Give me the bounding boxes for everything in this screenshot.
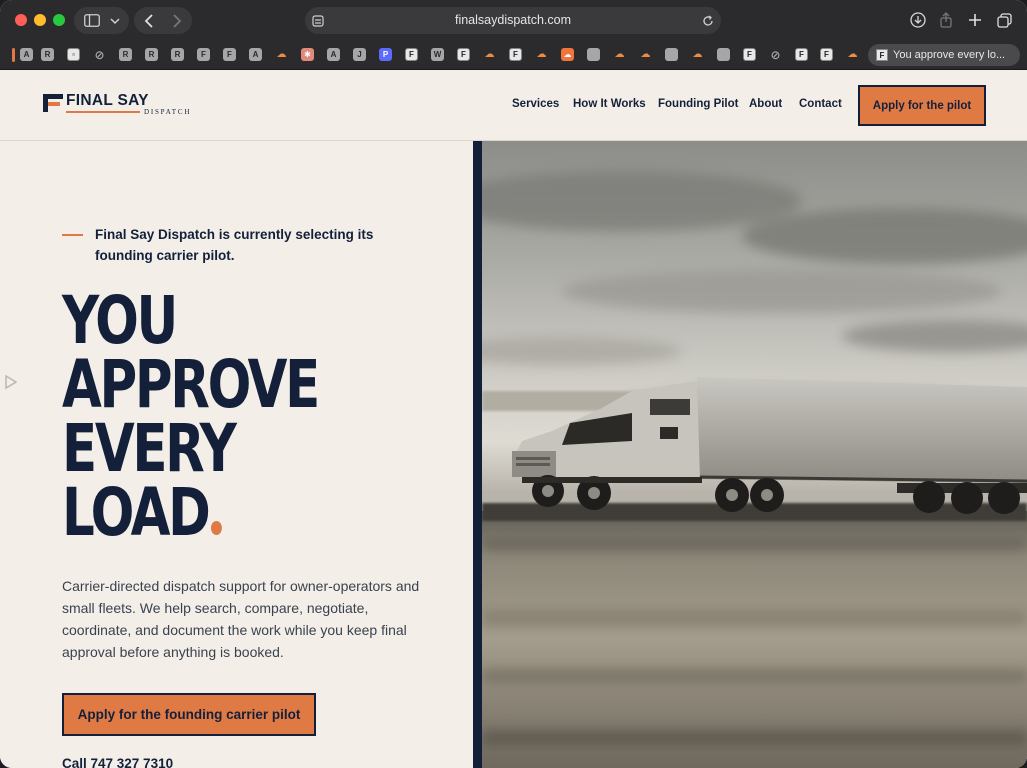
headline-line-1: YOU	[62, 282, 178, 359]
bookmark-cloud-icon[interactable]: ☁	[275, 48, 288, 61]
bookmark-site-icon[interactable]: F	[405, 48, 418, 61]
bookmark-r[interactable]: R	[119, 48, 132, 61]
bookmark-compass-icon[interactable]: ⊘	[93, 48, 106, 62]
forward-arrow-icon[interactable]	[172, 13, 182, 28]
bookmark-j[interactable]: J	[353, 48, 366, 61]
bookmark-window-icon[interactable]: ▫	[67, 48, 80, 61]
hero-description: Carrier-directed dispatch support for ow…	[62, 578, 420, 660]
bookmark-f[interactable]	[665, 48, 678, 61]
nav-how-it-works[interactable]: How It Works	[573, 98, 646, 110]
bookmark-cloud-icon[interactable]: ☁	[535, 48, 548, 61]
bookmark-cloud-icon[interactable]: ☁	[691, 48, 704, 61]
logo-underline	[66, 111, 140, 113]
tab-overview-button[interactable]	[993, 9, 1015, 31]
sidebar-icon	[83, 14, 100, 27]
logo-subtitle: DISPATCH	[144, 108, 192, 116]
bookmark-n[interactable]	[717, 48, 730, 61]
bookmark-a[interactable]: A	[20, 48, 33, 61]
nav-about[interactable]: About	[749, 98, 782, 110]
apply-founding-pilot-button[interactable]: Apply for the founding carrier pilot	[62, 693, 316, 736]
bookmark-cloud-icon[interactable]: ☁	[613, 48, 626, 61]
bookmark-a[interactable]: A	[249, 48, 262, 61]
hero-truck-image	[482, 141, 1027, 768]
bookmark-c[interactable]	[587, 48, 600, 61]
call-phone-link[interactable]: Call 747 327 7310	[62, 756, 173, 768]
nav-contact[interactable]: Contact	[799, 98, 842, 110]
hero-headline: YOU APPROVE EVERY LOAD	[62, 282, 320, 546]
back-arrow-icon[interactable]	[144, 13, 154, 28]
bookmark-site-icon[interactable]: F	[743, 48, 756, 61]
site-header: FINAL SAY DISPATCH Services How It Works…	[0, 70, 1027, 141]
plus-icon	[969, 14, 981, 26]
hero-divider	[473, 141, 482, 768]
eyebrow-accent-line	[62, 234, 83, 236]
bookmark-site-icon[interactable]: F	[509, 48, 522, 61]
bookmark-w[interactable]: W	[431, 48, 444, 61]
bookmark-site-icon[interactable]: F	[795, 48, 808, 61]
bookmark-p-icon[interactable]: P	[379, 48, 392, 61]
browser-titlebar: finalsaydispatch.com	[0, 0, 1027, 41]
tab-overview-icon	[996, 12, 1012, 28]
bookmark-cloud-icon[interactable]: ☁	[639, 48, 652, 61]
bookmark-f[interactable]: F	[197, 48, 210, 61]
bookmark-site-icon[interactable]: F	[457, 48, 470, 61]
nav-services[interactable]: Services	[512, 98, 559, 110]
bookmark-cloud-icon[interactable]: ☁	[483, 48, 496, 61]
minimize-window-button[interactable]	[34, 14, 46, 26]
new-tab-button[interactable]	[964, 9, 986, 31]
chevron-down-icon	[109, 17, 120, 24]
bookmark-puzzle-icon[interactable]: ✱	[301, 48, 314, 61]
url-text: finalsaydispatch.com	[454, 13, 572, 27]
bookmark-a[interactable]: A	[327, 48, 340, 61]
bookmark-cloud-icon[interactable]: ☁	[846, 48, 859, 61]
sidebar-edge-handle[interactable]	[4, 374, 24, 398]
headline-line-4: LOAD	[62, 474, 211, 551]
share-button[interactable]	[935, 9, 957, 31]
bookmark-r[interactable]: R	[41, 48, 54, 61]
bookmark-r[interactable]: R	[145, 48, 158, 61]
bookmark-site-icon[interactable]: F	[820, 48, 833, 61]
tab-edge-indicator	[12, 48, 15, 62]
close-window-button[interactable]	[15, 14, 27, 26]
bookmarks-bar: A R ▫ ⊘ R R R F F A ☁ ✱ A J P F W F ☁ F …	[0, 41, 1027, 70]
browser-window: finalsaydispatch.com A R ▫ ⊘ R R R F F A…	[0, 0, 1027, 768]
share-icon	[940, 12, 952, 28]
bookmark-f[interactable]: F	[223, 48, 236, 61]
reload-icon[interactable]	[702, 15, 714, 27]
active-tab-label: You approve every lo...	[893, 49, 1006, 61]
logo-title: FINAL SAY	[66, 92, 149, 109]
headline-line-3: EVERY	[62, 410, 237, 487]
logo-mark-icon	[43, 94, 63, 112]
download-icon	[910, 12, 926, 28]
apply-pilot-button[interactable]: Apply for the pilot	[858, 85, 986, 126]
downloads-button[interactable]	[907, 9, 929, 31]
sidebar-toggle-button[interactable]	[74, 7, 129, 34]
active-tab[interactable]: F You approve every lo...	[868, 44, 1020, 66]
site-favicon-icon: F	[876, 49, 888, 61]
nav-founding-pilot[interactable]: Founding Pilot	[658, 98, 738, 110]
hero-eyebrow: Final Say Dispatch is currently selectin…	[95, 227, 374, 263]
headline-line-2: APPROVE	[62, 346, 320, 423]
play-triangle-icon	[5, 374, 18, 390]
hero-content: Final Say Dispatch is currently selectin…	[0, 141, 473, 768]
headline-dot	[210, 521, 222, 535]
zoom-window-button[interactable]	[53, 14, 65, 26]
bookmark-compass-icon[interactable]: ⊘	[769, 48, 782, 62]
address-bar[interactable]: finalsaydispatch.com	[305, 7, 721, 34]
truck-photo	[482, 141, 1027, 768]
history-navigation	[134, 7, 192, 34]
bookmark-cloud-square-icon[interactable]: ☁	[561, 48, 574, 61]
bookmark-r[interactable]: R	[171, 48, 184, 61]
